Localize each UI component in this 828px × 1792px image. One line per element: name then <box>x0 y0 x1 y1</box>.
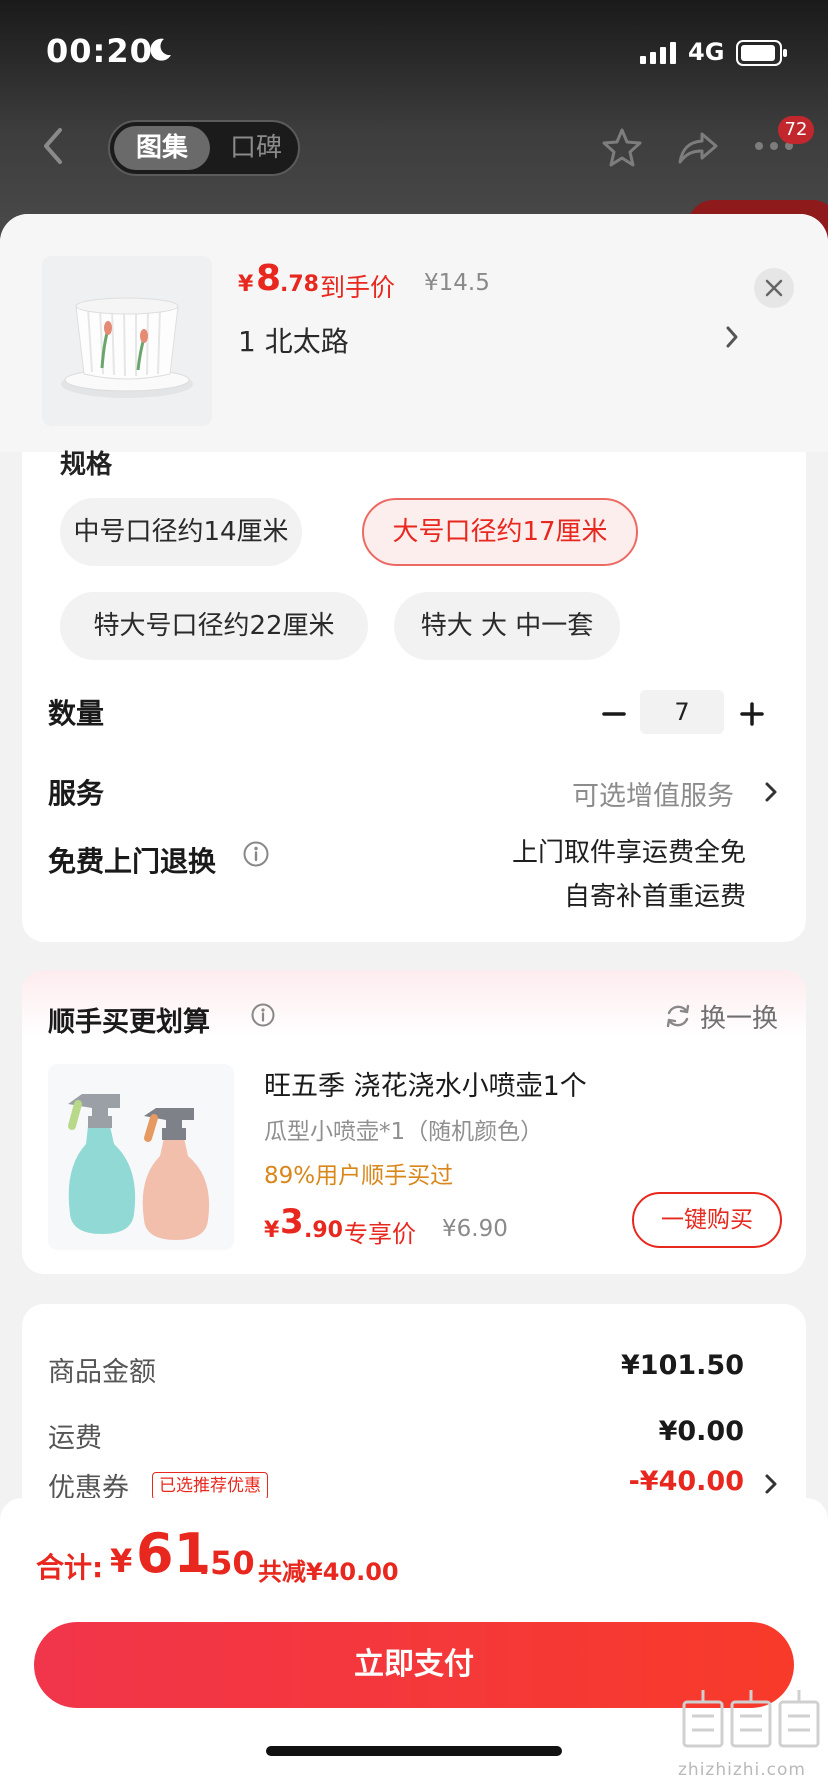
close-button[interactable] <box>754 268 794 308</box>
coupon-value[interactable]: -¥40.00 <box>629 1466 744 1497</box>
upsell-price-tag: 专享价 <box>344 1220 416 1248</box>
sheet-header: ¥ 8 .78 到手价 ¥14.5 1 北太路 <box>0 214 828 452</box>
goods-amount-label: 商品金额 <box>48 1357 156 1388</box>
total-decimal: .50 <box>198 1544 255 1582</box>
checkout-footer: 合计: ¥ 61 .50 共减¥40.00 立即支付 zhizhizhi.com <box>0 1498 828 1792</box>
spec-label: 规格 <box>60 450 113 480</box>
moon-icon <box>150 38 171 61</box>
original-price: ¥14.5 <box>424 270 490 296</box>
total-savings: 共减¥40.00 <box>258 1558 399 1586</box>
star-icon[interactable] <box>600 126 644 170</box>
info-icon[interactable] <box>242 840 270 868</box>
options-card: 规格 中号口径约14厘米 大号口径约17厘米 特大号口径约22厘米 特大 大 中… <box>22 450 806 942</box>
gallery-review-toggle: 图集 口碑 <box>108 120 300 176</box>
upsell-card: 顺手买更划算 换一换 旺五季 浇花浇水小喷壶1个 瓜型小喷壶*1（随机颜色） 8… <box>22 970 806 1274</box>
chevron-right-icon[interactable] <box>764 1472 778 1496</box>
upsell-price-decimal: .90 <box>304 1218 343 1243</box>
minus-icon[interactable] <box>600 700 628 728</box>
upsell-social-proof: 89%用户顺手买过 <box>264 1163 454 1189</box>
quantity-input[interactable]: 7 <box>640 690 724 734</box>
home-indicator <box>266 1746 562 1756</box>
share-icon[interactable] <box>676 126 720 170</box>
spec-option-extra-large[interactable]: 特大号口径约22厘米 <box>60 592 368 660</box>
refresh-icon[interactable] <box>664 1002 692 1030</box>
info-icon[interactable] <box>250 1002 276 1028</box>
total-label: 合计: <box>36 1551 104 1584</box>
quantity-label: 数量 <box>48 697 105 730</box>
watermark-text: zhizhizhi.com <box>678 1760 806 1780</box>
tab-gallery[interactable]: 图集 <box>114 126 210 170</box>
upsell-product-image[interactable] <box>48 1064 234 1250</box>
close-icon <box>765 279 783 297</box>
purchase-sheet: ¥ 8 .78 到手价 ¥14.5 1 北太路 规格 中号口径约14厘米 大号口… <box>0 214 828 1792</box>
return-policy-line-2: 自寄补首重运费 <box>563 882 746 912</box>
return-policy-line-1: 上门取件享运费全免 <box>511 838 746 868</box>
upsell-original-price: ¥6.90 <box>442 1216 508 1242</box>
battery-icon <box>736 40 787 66</box>
product-image[interactable] <box>42 256 212 426</box>
refresh-button[interactable]: 换一换 <box>700 998 778 1035</box>
service-value[interactable]: 可选增值服务 <box>572 774 734 813</box>
signal-icon <box>640 42 676 64</box>
upsell-price-integer: 3 <box>280 1202 304 1242</box>
status-bar: 00:20 4G <box>0 0 828 100</box>
coupon-tag: 已选推荐优惠 <box>152 1472 268 1500</box>
plus-icon[interactable] <box>738 700 766 728</box>
price-decimal: .78 <box>280 272 319 297</box>
shipping-label: 运费 <box>48 1423 102 1454</box>
status-time: 00:20 <box>46 32 153 70</box>
shipping-value: ¥0.00 <box>658 1416 744 1447</box>
price-tag: 到手价 <box>320 273 396 302</box>
shipping-address[interactable]: 1 北太路 <box>238 320 349 360</box>
return-policy-label: 免费上门退换 <box>48 845 217 878</box>
chevron-right-icon[interactable] <box>764 780 778 804</box>
price-integer: 8 <box>256 258 282 299</box>
one-click-buy-button[interactable]: 一键购买 <box>632 1192 782 1248</box>
spec-option-set[interactable]: 特大 大 中一套 <box>394 592 620 660</box>
tab-reviews[interactable]: 口碑 <box>214 126 298 170</box>
chevron-right-icon[interactable] <box>724 324 740 350</box>
back-icon[interactable] <box>38 126 68 166</box>
spec-option-medium[interactable]: 中号口径约14厘米 <box>60 498 302 566</box>
spec-option-large[interactable]: 大号口径约17厘米 <box>362 498 638 566</box>
service-label: 服务 <box>48 777 105 810</box>
total-symbol: ¥ <box>110 1542 133 1580</box>
upsell-price-symbol: ¥ <box>264 1218 280 1243</box>
goods-amount-value: ¥101.50 <box>621 1350 744 1381</box>
upsell-product-spec: 瓜型小喷壶*1（随机颜色） <box>264 1119 544 1145</box>
network-label: 4G <box>688 38 725 66</box>
upsell-product-name[interactable]: 旺五季 浇花浇水小喷壶1个 <box>264 1064 587 1103</box>
upsell-title: 顺手买更划算 <box>48 1007 210 1038</box>
price-symbol: ¥ <box>238 272 254 297</box>
notification-badge: 72 <box>778 116 814 144</box>
